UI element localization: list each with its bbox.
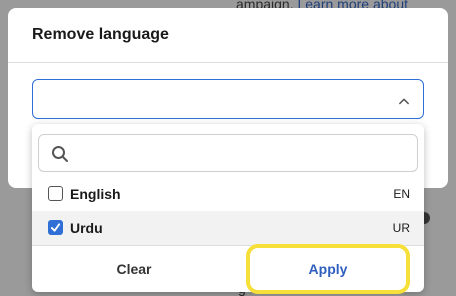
search-field[interactable] <box>38 134 418 172</box>
search-icon <box>52 146 68 162</box>
search-input[interactable] <box>79 141 409 165</box>
language-select[interactable] <box>32 79 424 119</box>
apply-button[interactable]: Apply <box>246 244 410 294</box>
option-label: English <box>70 186 121 202</box>
option-urdu[interactable]: Urdu UR <box>32 211 424 245</box>
chevron-up-icon[interactable] <box>399 96 409 106</box>
option-english[interactable]: English EN <box>32 177 424 211</box>
dialog-divider <box>8 62 448 63</box>
english-checkbox[interactable] <box>48 186 63 201</box>
option-label: Urdu <box>70 220 103 236</box>
clear-button[interactable]: Clear <box>56 254 212 284</box>
urdu-checkbox[interactable] <box>48 220 63 235</box>
dialog-title: Remove language <box>32 26 169 43</box>
option-code: EN <box>393 187 410 201</box>
option-code: UR <box>392 221 410 235</box>
language-dropdown: English EN Urdu UR Clear Apply <box>32 124 424 294</box>
checkmark-icon <box>50 223 61 232</box>
